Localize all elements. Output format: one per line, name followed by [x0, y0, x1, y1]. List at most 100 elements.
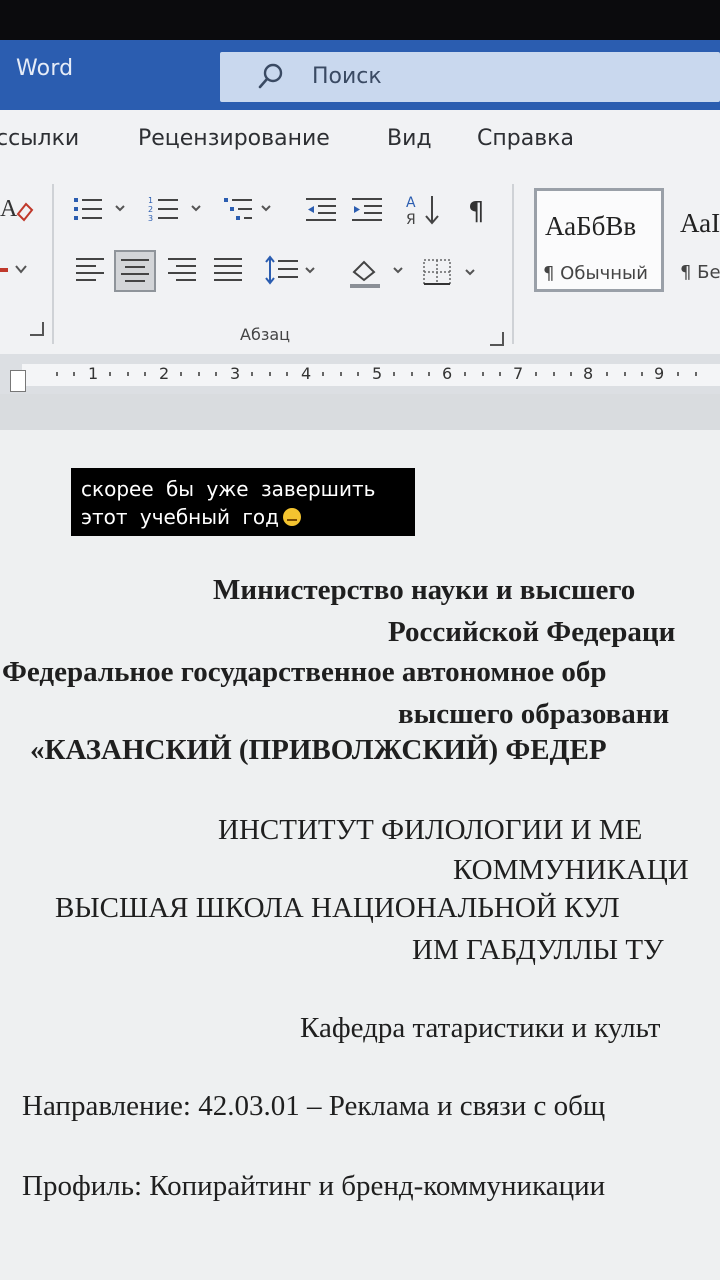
ruler-number: 1: [88, 364, 99, 383]
screen-bezel: [0, 0, 720, 40]
doc-line: Кафедра татаристики и культ: [300, 1012, 661, 1044]
doc-line: Профиль: Копирайтинг и бренд-коммуникаци…: [22, 1170, 606, 1202]
doc-line: высшего образовани: [398, 698, 670, 730]
story-caption: скорее бы уже завершить этот учебный год: [71, 468, 415, 536]
ruler-tick: [144, 372, 146, 376]
ruler-tick: [340, 372, 342, 376]
svg-text:A: A: [0, 196, 18, 222]
align-right-icon[interactable]: [168, 256, 198, 284]
ribbon-separator: [512, 184, 514, 344]
ruler-tick: [127, 372, 129, 376]
align-center-button[interactable]: [114, 250, 156, 292]
style-no-spacing-sample[interactable]: АаI: [680, 208, 720, 239]
line-spacing-icon[interactable]: [264, 254, 324, 286]
ruler-number: 9: [654, 364, 665, 383]
paragraph-dialog-launcher-icon[interactable]: [490, 332, 504, 346]
doc-line: ВЫСШАЯ ШКОЛА НАЦИОНАЛЬНОЙ КУЛ: [55, 892, 620, 924]
pleading-face-emoji-icon: [282, 508, 301, 526]
svg-text:Я: Я: [406, 212, 416, 228]
align-left-icon[interactable]: [76, 256, 106, 284]
svg-text:3: 3: [148, 214, 153, 223]
shading-icon[interactable]: [348, 254, 408, 288]
ruler-tick: [251, 372, 253, 376]
tab-help[interactable]: Справка: [477, 126, 574, 151]
justify-icon[interactable]: [214, 256, 244, 284]
doc-line: ИНСТИТУТ ФИЛОЛОГИИ И МЕ: [218, 814, 643, 846]
ruler-tick: [428, 372, 430, 376]
style-normal-name: ¶ Обычный: [543, 263, 648, 284]
ruler-number: 7: [513, 364, 524, 383]
caption-line-1: скорее бы уже завершить: [81, 477, 376, 501]
search-icon: [256, 62, 286, 92]
ruler-tick: [73, 372, 75, 376]
ruler-tick: [215, 372, 217, 376]
ruler-tick: [269, 372, 271, 376]
ruler-tick: [393, 372, 395, 376]
ruler-tick: [198, 372, 200, 376]
caption-line-2: этот учебный год: [81, 503, 415, 531]
ruler-number: 3: [230, 364, 241, 383]
tab-mailings[interactable]: ссылки: [0, 126, 79, 151]
indent-marker-icon[interactable]: [10, 370, 26, 392]
ruler-number: 2: [159, 364, 170, 383]
svg-text:2: 2: [148, 205, 153, 214]
doc-line: «КАЗАНСКИЙ (ПРИВОЛЖСКИЙ) ФЕДЕР: [30, 734, 607, 766]
align-center-icon: [121, 259, 149, 282]
borders-icon[interactable]: [422, 256, 482, 288]
doc-line: ИМ ГАБДУЛЛЫ ТУ: [412, 934, 664, 966]
style-normal-sample: АаБбВв: [545, 211, 637, 241]
clear-formatting-icon[interactable]: A: [0, 192, 34, 224]
doc-line: КОММУНИКАЦИ: [453, 854, 689, 886]
svg-text:1: 1: [148, 196, 153, 205]
increase-indent-icon[interactable]: [350, 196, 384, 224]
doc-line: Министерство науки и высшего: [213, 574, 636, 606]
caption-line-2-text: этот учебный год: [81, 505, 279, 529]
ruler-tick: [535, 372, 537, 376]
style-no-spacing-name[interactable]: ¶ Бе: [680, 262, 720, 283]
show-paragraph-marks-icon[interactable]: ¶: [466, 196, 492, 226]
doc-line: Российской Федераци: [388, 616, 676, 648]
ruler-tick: [411, 372, 413, 376]
ruler-tick: [286, 372, 288, 376]
ruler-number: 6: [442, 364, 453, 383]
document-margin: [0, 394, 720, 430]
search-placeholder: Поиск: [312, 64, 382, 89]
app-title: Word: [16, 56, 74, 81]
ruler-tick: [570, 372, 572, 376]
ruler-tick: [624, 372, 626, 376]
decrease-indent-icon[interactable]: [304, 196, 338, 224]
ruler-tick: [464, 372, 466, 376]
doc-line: Федеральное государственное автономное о…: [2, 656, 607, 688]
sort-icon[interactable]: А Я: [404, 192, 444, 228]
ruler-tick: [357, 372, 359, 376]
bullets-icon[interactable]: [72, 194, 132, 224]
ruler-tick: [109, 372, 111, 376]
ruler-number: 4: [301, 364, 312, 383]
multilevel-list-icon[interactable]: [222, 194, 282, 224]
ribbon-separator: [52, 184, 54, 344]
svg-text:¶: ¶: [468, 197, 485, 226]
ruler-tick: [482, 372, 484, 376]
ruler-tick: [606, 372, 608, 376]
ruler-tick: [56, 372, 58, 376]
numbering-icon[interactable]: 1 2 3: [148, 194, 208, 224]
font-color-icon[interactable]: [0, 258, 30, 282]
ruler-tick: [180, 372, 182, 376]
menu-bar: [0, 110, 720, 174]
style-normal[interactable]: АаБбВв ¶ Обычный: [534, 188, 664, 292]
ruler-number: 8: [583, 364, 594, 383]
search-box[interactable]: Поиск: [220, 52, 720, 102]
ruler-number: 5: [372, 364, 383, 383]
ruler-tick: [553, 372, 555, 376]
ruler-tick: [322, 372, 324, 376]
ruler-tick: [695, 372, 697, 376]
doc-line: Направление: 42.03.01 – Реклама и связи …: [22, 1090, 606, 1122]
tab-review[interactable]: Рецензирование: [138, 126, 330, 151]
ruler-tick: [499, 372, 501, 376]
svg-text:А: А: [406, 195, 416, 211]
ruler-tick: [641, 372, 643, 376]
font-dialog-launcher-icon[interactable]: [30, 322, 44, 336]
paragraph-group-label: Абзац: [240, 325, 291, 344]
tab-view[interactable]: Вид: [387, 126, 432, 151]
ruler-tick: [677, 372, 679, 376]
